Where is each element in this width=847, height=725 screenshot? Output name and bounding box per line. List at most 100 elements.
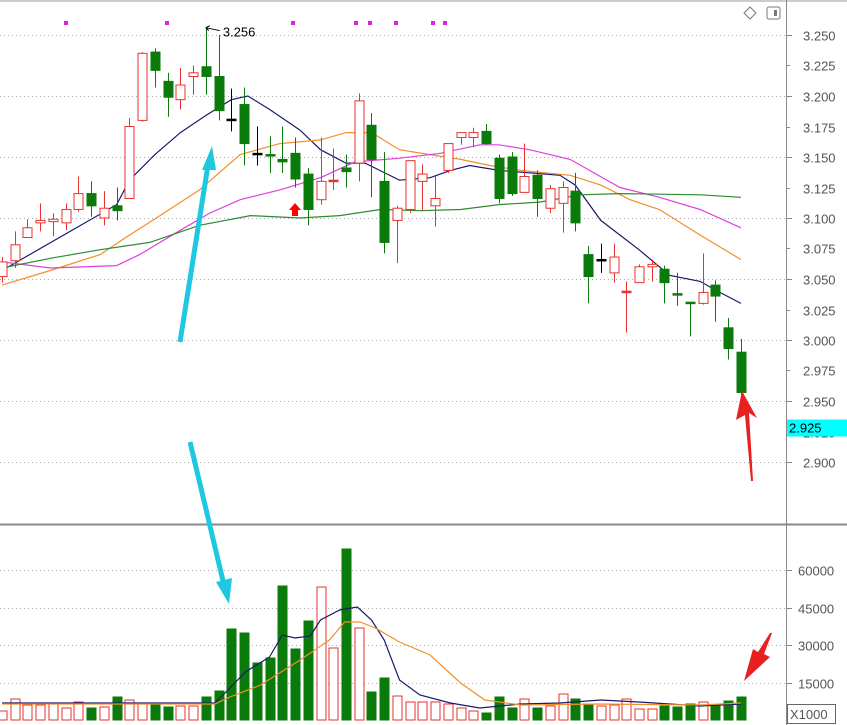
volume-bar — [405, 701, 416, 721]
ma-line-ma60 — [1, 192, 741, 269]
volume-bar — [596, 705, 607, 721]
candle-body — [596, 258, 607, 262]
price-tick-label: 3.125 — [803, 182, 836, 197]
candle-body — [430, 197, 441, 207]
volume-tick-label: 60000 — [798, 564, 834, 579]
volume-bar — [558, 693, 569, 721]
candle-body — [710, 284, 721, 297]
markers — [64, 21, 447, 216]
candle-body — [379, 180, 390, 243]
diamond-icon[interactable] — [743, 6, 757, 20]
volume-bar — [35, 704, 46, 721]
volume-bar — [609, 704, 620, 721]
volume-bar — [316, 586, 327, 721]
candle-body — [481, 130, 492, 145]
volume-bar — [277, 585, 288, 721]
stock-chart[interactable]: 3.250 3.225 3.200 3.175 3.150 3.125 3.100 3.075… — [0, 0, 847, 725]
current-price-tag: 2.925 — [787, 419, 847, 437]
candle-body — [0, 261, 8, 278]
volume-bar — [22, 704, 33, 721]
candle-body — [252, 152, 263, 156]
signal-dot-marker — [443, 21, 447, 25]
price-tick-label: 3.075 — [803, 242, 836, 257]
volume-tick-label: 15000 — [798, 677, 834, 692]
price-tick-label: 3.100 — [803, 212, 836, 227]
volume-bar — [137, 703, 148, 721]
volume-bars — [0, 548, 747, 721]
volume-bar — [430, 701, 441, 721]
red-arrow-up-icon — [736, 391, 757, 481]
candle-body — [175, 84, 186, 101]
volume-bar — [73, 701, 84, 721]
volume-bar — [366, 691, 377, 721]
volume-bar — [468, 710, 479, 721]
price-tick-label: 3.025 — [803, 304, 836, 319]
candle-body — [239, 104, 250, 145]
panel-toggle-icon-bar — [774, 10, 777, 16]
candle-body — [290, 152, 301, 180]
volume-bar — [328, 647, 339, 721]
volume-bar — [621, 698, 632, 721]
volume-bar — [545, 705, 556, 721]
volume-bar — [736, 696, 747, 721]
candle-body — [341, 167, 352, 173]
candle-body — [634, 266, 645, 284]
price-tick-label: 2.950 — [803, 395, 836, 410]
candle-body — [112, 205, 123, 212]
volume-bar — [583, 703, 594, 721]
volume-bar — [48, 703, 59, 721]
candle-body — [545, 188, 556, 209]
volume-bar — [252, 662, 263, 721]
volume-bar — [86, 707, 97, 721]
volume-bar — [354, 627, 365, 721]
price-tick-label: 3.000 — [803, 334, 836, 349]
candle-body — [392, 207, 403, 221]
buy-arrow-icon — [289, 203, 302, 216]
volume-bar — [417, 701, 428, 721]
signal-dot-marker — [394, 21, 398, 25]
candle-body — [443, 143, 454, 171]
candle-body — [124, 126, 135, 199]
volume-tick-label: 45000 — [798, 602, 834, 617]
volume-bar — [659, 705, 670, 721]
candle-body — [150, 51, 161, 71]
volume-bar — [494, 696, 505, 721]
candle-body — [621, 290, 632, 294]
high-leader-line — [205, 25, 220, 32]
volume-bar — [99, 706, 110, 721]
candle-body — [659, 268, 670, 284]
candle-body — [354, 100, 365, 164]
cyan-arrow-down-icon — [216, 578, 232, 604]
volume-bar — [685, 703, 696, 721]
candle-body — [277, 158, 288, 163]
volume-bar — [507, 707, 518, 721]
volume-unit-label: X1000 — [790, 707, 828, 722]
price-tick-label: 3.225 — [803, 59, 836, 74]
volume-bar — [188, 705, 199, 721]
candle-body — [226, 118, 237, 122]
candle-body — [48, 218, 59, 223]
signal-dot-marker — [354, 21, 358, 25]
price-tick-label: 3.050 — [803, 273, 836, 288]
candle-body — [532, 174, 543, 199]
candle-body — [507, 156, 518, 195]
candle-body — [417, 173, 428, 182]
volume-bar — [519, 698, 530, 721]
candle-body — [647, 263, 658, 268]
candlesticks — [0, 27, 747, 395]
panel-toggle-icon[interactable] — [766, 6, 781, 20]
volume-tick-label: 30000 — [798, 639, 834, 654]
candle-body — [366, 124, 377, 160]
candle-body — [163, 80, 174, 98]
volume-bar — [392, 695, 403, 721]
volume-bar — [672, 706, 683, 721]
volume-bar — [456, 707, 467, 721]
volume-bar — [443, 703, 454, 721]
candle-body — [73, 193, 84, 210]
candle-body — [86, 193, 97, 207]
red-arrow-down-icon — [744, 633, 772, 681]
candle-body — [137, 52, 148, 121]
volume-bar — [341, 548, 352, 721]
volume-bar — [481, 712, 492, 721]
candle-body — [35, 219, 46, 224]
